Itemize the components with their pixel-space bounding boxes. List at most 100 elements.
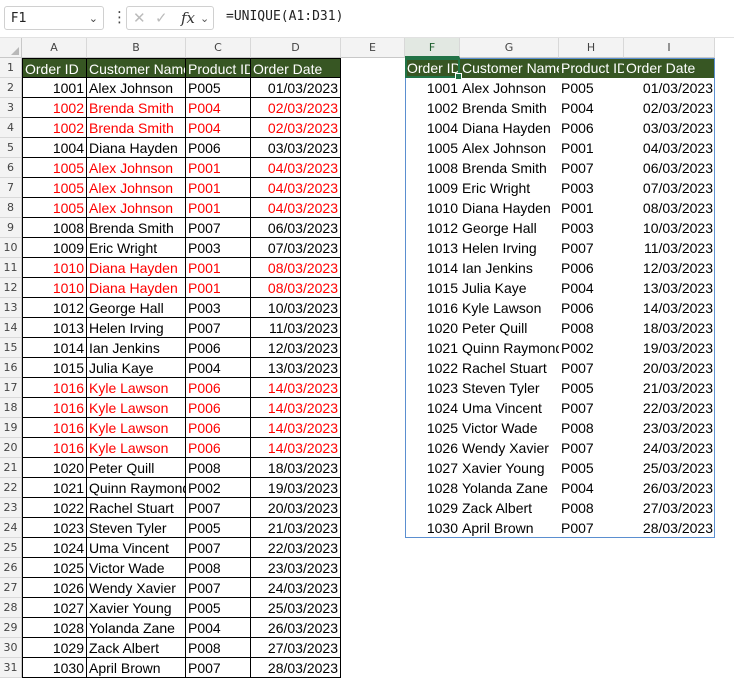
table-cell[interactable]: 1021 xyxy=(22,478,87,498)
table-cell[interactable]: Zack Albert xyxy=(460,498,559,518)
table-cell[interactable]: 1009 xyxy=(405,178,460,198)
table-cell[interactable]: P004 xyxy=(186,98,251,118)
table-cell[interactable]: P001 xyxy=(186,178,251,198)
table-cell[interactable]: Brenda Smith xyxy=(87,218,186,238)
table-cell[interactable]: 1020 xyxy=(405,318,460,338)
table-cell[interactable]: P007 xyxy=(559,398,624,418)
column-header-f[interactable]: F xyxy=(405,38,460,58)
table-cell[interactable]: 1002 xyxy=(22,98,87,118)
table-cell[interactable]: 06/03/2023 xyxy=(251,218,341,238)
table-cell[interactable]: Helen Irving xyxy=(460,238,559,258)
row-header[interactable]: 9 xyxy=(0,218,22,238)
table-cell[interactable]: Brenda Smith xyxy=(87,98,186,118)
table-cell[interactable]: 1012 xyxy=(22,298,87,318)
table-cell[interactable]: P006 xyxy=(186,138,251,158)
table-cell[interactable]: 1004 xyxy=(22,138,87,158)
table-cell[interactable]: 13/03/2023 xyxy=(251,358,341,378)
table-cell[interactable]: 01/03/2023 xyxy=(251,78,341,98)
table-cell[interactable]: 04/03/2023 xyxy=(624,138,715,158)
row-header[interactable]: 22 xyxy=(0,478,22,498)
header-cell[interactable]: Customer Name xyxy=(460,58,559,78)
table-cell[interactable]: P007 xyxy=(559,238,624,258)
table-cell[interactable]: Helen Irving xyxy=(87,318,186,338)
table-cell[interactable]: Alex Johnson xyxy=(87,178,186,198)
table-cell[interactable]: 12/03/2023 xyxy=(251,338,341,358)
table-cell[interactable]: 1028 xyxy=(405,478,460,498)
table-cell[interactable]: 1005 xyxy=(22,158,87,178)
table-cell[interactable]: Alex Johnson xyxy=(460,138,559,158)
table-cell[interactable]: 1012 xyxy=(405,218,460,238)
table-cell[interactable]: 11/03/2023 xyxy=(624,238,715,258)
table-cell[interactable]: 14/03/2023 xyxy=(251,438,341,458)
column-header-a[interactable]: A xyxy=(22,38,87,58)
table-cell[interactable]: P004 xyxy=(186,618,251,638)
table-cell[interactable]: Alex Johnson xyxy=(460,78,559,98)
table-cell[interactable]: 1024 xyxy=(405,398,460,418)
table-cell[interactable]: Diana Hayden xyxy=(460,198,559,218)
table-cell[interactable]: 04/03/2023 xyxy=(251,198,341,218)
table-cell[interactable]: 12/03/2023 xyxy=(624,258,715,278)
column-header-h[interactable]: H xyxy=(559,38,624,58)
row-header[interactable]: 4 xyxy=(0,118,22,138)
table-cell[interactable]: Brenda Smith xyxy=(87,118,186,138)
table-cell[interactable]: 1023 xyxy=(22,518,87,538)
table-cell[interactable]: George Hall xyxy=(87,298,186,318)
table-cell[interactable]: 20/03/2023 xyxy=(251,498,341,518)
table-cell[interactable]: 22/03/2023 xyxy=(251,538,341,558)
table-cell[interactable]: 21/03/2023 xyxy=(624,378,715,398)
table-cell[interactable]: P007 xyxy=(186,318,251,338)
table-cell[interactable]: 02/03/2023 xyxy=(624,98,715,118)
table-cell[interactable]: P004 xyxy=(559,278,624,298)
table-cell[interactable]: Julia Kaye xyxy=(460,278,559,298)
table-cell[interactable]: Yolanda Zane xyxy=(460,478,559,498)
table-cell[interactable]: P007 xyxy=(559,518,624,538)
row-header[interactable]: 8 xyxy=(0,198,22,218)
table-cell[interactable]: 25/03/2023 xyxy=(624,458,715,478)
table-cell[interactable]: P003 xyxy=(559,218,624,238)
table-cell[interactable]: 1008 xyxy=(22,218,87,238)
table-cell[interactable]: 1010 xyxy=(22,258,87,278)
row-header[interactable]: 11 xyxy=(0,258,22,278)
select-all-button[interactable] xyxy=(0,38,22,58)
table-cell[interactable]: 26/03/2023 xyxy=(251,618,341,638)
table-cell[interactable]: P005 xyxy=(186,518,251,538)
table-cell[interactable]: 1028 xyxy=(22,618,87,638)
table-cell[interactable]: 1005 xyxy=(22,178,87,198)
header-cell[interactable]: Order Date xyxy=(624,58,715,78)
table-cell[interactable]: P008 xyxy=(186,638,251,658)
table-cell[interactable]: Rachel Stuart xyxy=(87,498,186,518)
table-cell[interactable]: P006 xyxy=(559,258,624,278)
table-cell[interactable]: 1030 xyxy=(22,658,87,678)
table-cell[interactable]: 06/03/2023 xyxy=(624,158,715,178)
table-cell[interactable]: P007 xyxy=(186,578,251,598)
table-cell[interactable]: P004 xyxy=(186,118,251,138)
table-cell[interactable]: P003 xyxy=(186,298,251,318)
table-cell[interactable]: Kyle Lawson xyxy=(87,438,186,458)
table-cell[interactable]: 1016 xyxy=(22,418,87,438)
table-cell[interactable]: 14/03/2023 xyxy=(251,398,341,418)
table-cell[interactable]: Quinn Raymond xyxy=(460,338,559,358)
row-header[interactable]: 15 xyxy=(0,338,22,358)
table-cell[interactable]: 24/03/2023 xyxy=(251,578,341,598)
row-header[interactable]: 12 xyxy=(0,278,22,298)
table-cell[interactable]: 1014 xyxy=(22,338,87,358)
table-cell[interactable]: 10/03/2023 xyxy=(251,298,341,318)
table-cell[interactable]: 1029 xyxy=(22,638,87,658)
table-cell[interactable]: 1005 xyxy=(405,138,460,158)
table-cell[interactable]: P001 xyxy=(186,258,251,278)
table-cell[interactable]: P005 xyxy=(559,378,624,398)
table-cell[interactable]: Kyle Lawson xyxy=(87,418,186,438)
table-cell[interactable]: P007 xyxy=(559,158,624,178)
table-cell[interactable]: April Brown xyxy=(460,518,559,538)
table-cell[interactable]: P001 xyxy=(186,198,251,218)
table-cell[interactable]: 14/03/2023 xyxy=(251,418,341,438)
table-cell[interactable]: 28/03/2023 xyxy=(624,518,715,538)
table-cell[interactable]: 1022 xyxy=(22,498,87,518)
table-cell[interactable]: Kyle Lawson xyxy=(87,378,186,398)
column-header-i[interactable]: I xyxy=(624,38,715,58)
table-cell[interactable]: 1029 xyxy=(405,498,460,518)
table-cell[interactable]: 07/03/2023 xyxy=(624,178,715,198)
table-cell[interactable]: 1025 xyxy=(405,418,460,438)
table-cell[interactable]: 26/03/2023 xyxy=(624,478,715,498)
table-cell[interactable]: 02/03/2023 xyxy=(251,98,341,118)
